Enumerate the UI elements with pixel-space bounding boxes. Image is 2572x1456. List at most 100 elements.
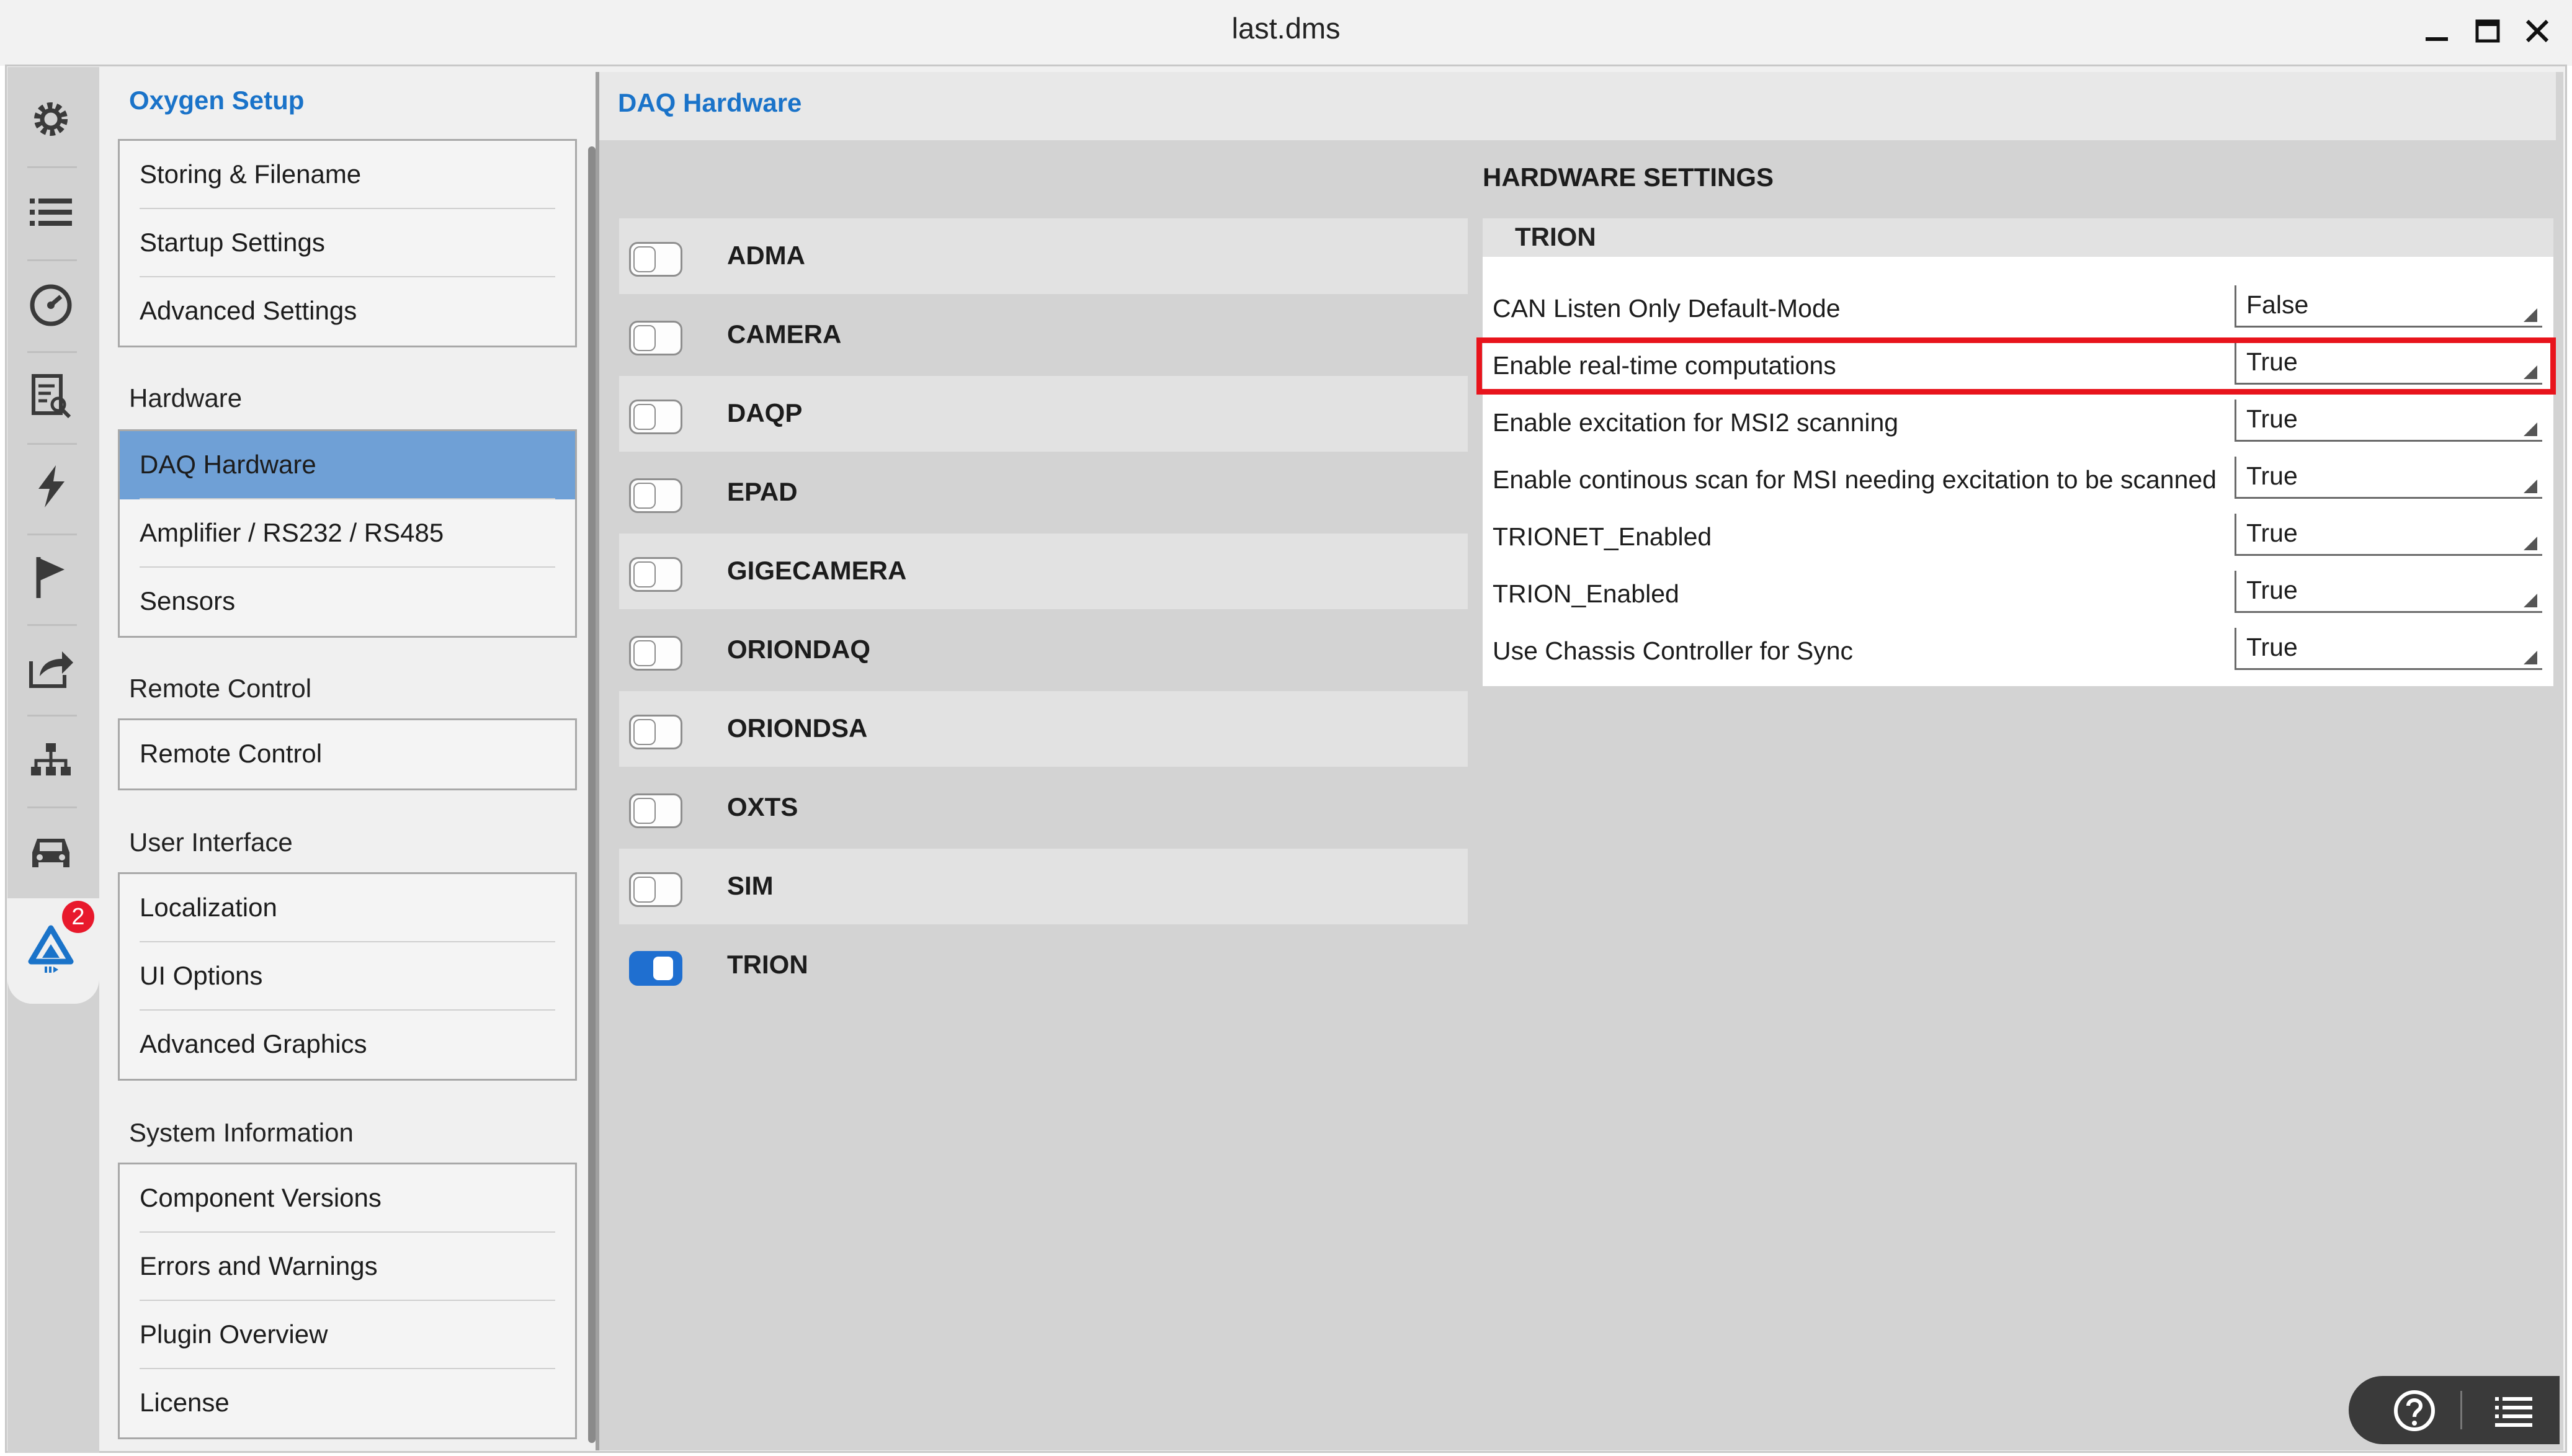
setting-label: TRION_Enabled — [1493, 579, 1679, 608]
minimize-button[interactable] — [2418, 12, 2455, 50]
nav-item-localization[interactable]: Localization — [120, 874, 575, 942]
nav-group-title-ui: User Interface — [129, 828, 293, 857]
help-icon[interactable] — [2392, 1388, 2437, 1433]
nav-group-title-remote: Remote Control — [129, 674, 312, 703]
plugin-row-trion: TRION — [619, 927, 1468, 1003]
setting-value-dropdown[interactable]: True — [2235, 514, 2542, 556]
settings-table: CAN Listen Only Default-Mode False Enabl… — [1483, 257, 2553, 686]
setting-value: False — [2246, 290, 2309, 319]
nav-item-ui-options[interactable]: UI Options — [120, 942, 575, 1011]
gauge-icon[interactable] — [19, 273, 83, 337]
plugin-toggle-epad[interactable] — [629, 478, 682, 513]
settings-section-title: TRION — [1515, 222, 1596, 251]
plugin-row-camera: CAMERA — [619, 297, 1468, 373]
notification-badge: 2 — [62, 901, 94, 933]
nav-group-title-hardware: Hardware — [129, 383, 243, 413]
setting-value-dropdown[interactable]: False — [2235, 285, 2542, 328]
plugin-row-adma: ADMA — [619, 218, 1468, 294]
panel-splitter[interactable] — [596, 72, 599, 1450]
plugin-toggle-adma[interactable] — [629, 242, 682, 277]
plugin-row-oriondsa: ORIONDSA — [619, 691, 1468, 767]
hardware-settings-title: HARDWARE SETTINGS — [1483, 163, 1774, 192]
plugin-name: SIM — [727, 871, 774, 900]
setup-nav: Oxygen Setup Storing & Filename Startup … — [100, 72, 603, 1450]
window-title: last.dms — [1231, 12, 1341, 45]
setting-value: True — [2246, 576, 2298, 604]
plugin-toggle-sim[interactable] — [629, 872, 682, 907]
setting-value-dropdown[interactable]: True — [2235, 571, 2542, 613]
flag-icon[interactable] — [19, 545, 83, 609]
plugin-toggle-trion[interactable] — [629, 951, 682, 986]
bottom-toolbar — [2349, 1376, 2560, 1444]
nav-item-remote-control[interactable]: Remote Control — [120, 720, 575, 788]
menu-list-icon[interactable] — [2491, 1388, 2536, 1433]
dropdown-corner-icon — [2524, 594, 2537, 607]
rail-divider — [27, 806, 77, 808]
setting-label: Enable continous scan for MSI needing ex… — [1493, 465, 2217, 494]
dropdown-corner-icon — [2524, 480, 2537, 493]
nav-group-ui: Localization UI Options Advanced Graphic… — [118, 872, 577, 1081]
setting-value-dropdown[interactable]: True — [2235, 628, 2542, 670]
setting-value: True — [2246, 519, 2298, 547]
rail-divider — [27, 351, 77, 353]
title-bar: last.dms — [0, 0, 2572, 66]
plugin-toggle-oriondaq[interactable] — [629, 636, 682, 671]
report-icon[interactable] — [19, 364, 83, 428]
nav-item-startup-settings[interactable]: Startup Settings — [120, 209, 575, 277]
plugin-toggle-oxts[interactable] — [629, 793, 682, 828]
nav-item-plugin-overview[interactable]: Plugin Overview — [120, 1301, 575, 1369]
close-button[interactable] — [2519, 12, 2556, 50]
bolt-icon[interactable] — [19, 454, 83, 519]
nav-item-sensors[interactable]: Sensors — [120, 568, 575, 636]
setting-value: True — [2246, 404, 2298, 433]
setting-value: True — [2246, 633, 2298, 661]
nav-item-license[interactable]: License — [120, 1369, 575, 1437]
plugin-row-oxts: OXTS — [619, 770, 1468, 846]
settings-section-header: TRION — [1483, 218, 2553, 257]
nav-item-advanced-settings[interactable]: Advanced Settings — [120, 277, 575, 346]
nav-item-errors-warnings[interactable]: Errors and Warnings — [120, 1233, 575, 1301]
plugin-row-epad: EPAD — [619, 455, 1468, 530]
rail-divider — [27, 534, 77, 535]
network-icon[interactable] — [19, 727, 83, 792]
setting-label: CAN Listen Only Default-Mode — [1493, 294, 1841, 323]
nav-item-storing[interactable]: Storing & Filename — [120, 141, 575, 209]
dropdown-corner-icon — [2524, 308, 2537, 322]
nav-group-general: Storing & Filename Startup Settings Adva… — [118, 139, 577, 347]
setting-value-dropdown[interactable]: True — [2235, 457, 2542, 499]
nav-item-component-versions[interactable]: Component Versions — [120, 1164, 575, 1233]
nav-item-amplifier[interactable]: Amplifier / RS232 / RS485 — [120, 499, 575, 568]
nav-group-title-system: System Information — [129, 1118, 354, 1147]
export-icon[interactable] — [19, 635, 83, 700]
setting-row: TRIONET_Enabled True — [1483, 509, 2553, 566]
nav-scrollbar[interactable] — [588, 146, 596, 1443]
plugin-toggle-camera[interactable] — [629, 321, 682, 355]
plugin-name: TRION — [727, 950, 808, 979]
toolbar-divider — [2460, 1391, 2462, 1429]
setting-row: CAN Listen Only Default-Mode False — [1483, 280, 2553, 337]
plugin-name: ORIONDAQ — [727, 635, 870, 664]
plugin-name: GIGECAMERA — [727, 556, 907, 585]
plugin-name: CAMERA — [727, 319, 842, 349]
setting-label: Enable excitation for MSI2 scanning — [1493, 408, 1899, 437]
plugin-toggle-daqp[interactable] — [629, 400, 682, 434]
list-icon[interactable] — [19, 180, 83, 244]
nav-group-system: Component Versions Errors and Warnings P… — [118, 1163, 577, 1439]
setting-label: Use Chassis Controller for Sync — [1493, 636, 1854, 665]
setting-row: TRION_Enabled True — [1483, 566, 2553, 623]
maximize-button[interactable] — [2469, 12, 2506, 50]
dropdown-corner-icon — [2524, 651, 2537, 664]
plugin-name: ORIONDSA — [727, 713, 868, 743]
plugin-toggle-gigecamera[interactable] — [629, 557, 682, 592]
main-header: DAQ Hardware — [599, 72, 2556, 140]
maximize-icon — [2475, 19, 2500, 43]
setting-value-dropdown[interactable]: True — [2235, 400, 2542, 442]
gear-icon[interactable] — [19, 87, 83, 151]
nav-group-hardware: DAQ Hardware Amplifier / RS232 / RS485 S… — [118, 429, 577, 638]
plugin-toggle-oriondsa[interactable] — [629, 715, 682, 749]
car-icon[interactable] — [19, 820, 83, 885]
nav-group-remote: Remote Control — [118, 718, 577, 790]
nav-item-advanced-graphics[interactable]: Advanced Graphics — [120, 1011, 575, 1079]
nav-item-daq-hardware[interactable]: DAQ Hardware — [120, 431, 575, 499]
rail-divider — [27, 715, 77, 717]
